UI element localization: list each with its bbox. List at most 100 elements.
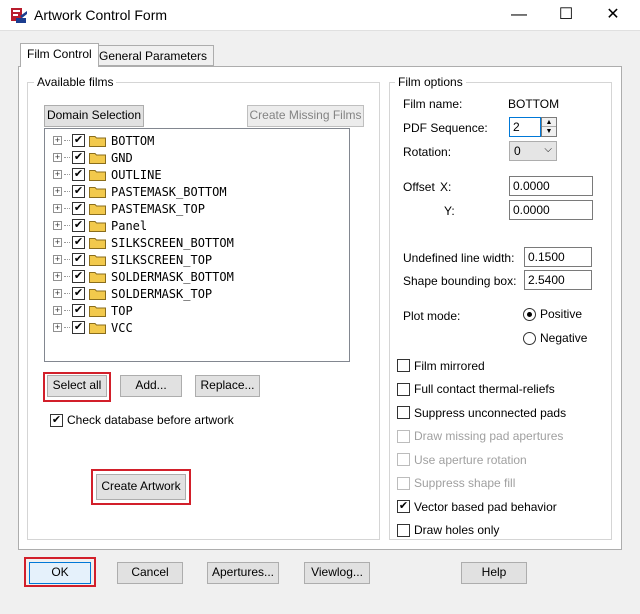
shape-bounding-box-input[interactable]: 2.5400 — [524, 270, 592, 290]
film-checkbox[interactable]: ✔ — [72, 151, 85, 164]
plot-mode-negative[interactable]: Negative — [523, 331, 587, 345]
option-checkbox[interactable] — [397, 523, 410, 537]
film-row[interactable]: + ✔ BOTTOM — [53, 132, 349, 149]
tree-connector — [64, 208, 70, 209]
minimize-button[interactable]: — — [496, 0, 542, 30]
option-checkbox-row[interactable]: Suppress unconnected pads — [397, 401, 566, 425]
tab-general-parameters[interactable]: General Parameters — [92, 45, 215, 66]
maximize-button[interactable]: ☐ — [543, 0, 589, 30]
viewlog-button[interactable]: Viewlog... — [304, 562, 370, 584]
film-checkbox[interactable]: ✔ — [72, 321, 85, 334]
film-row[interactable]: + ✔ GND — [53, 149, 349, 166]
film-checkbox[interactable]: ✔ — [72, 270, 85, 283]
option-checkbox[interactable] — [397, 406, 410, 420]
option-checkbox-row[interactable]: Full contact thermal-reliefs — [397, 378, 566, 402]
rotation-select[interactable]: 0 ⌵ — [509, 141, 557, 161]
option-checkbox-row: Draw missing pad apertures — [397, 425, 566, 449]
offset-label: Offset — [403, 180, 435, 194]
pdf-sequence-spinner[interactable]: ▲ ▼ — [541, 117, 557, 137]
film-row[interactable]: + ✔ PASTEMASK_BOTTOM — [53, 183, 349, 200]
film-row[interactable]: + ✔ Panel — [53, 217, 349, 234]
help-button[interactable]: Help — [461, 562, 527, 584]
expand-icon[interactable]: + — [53, 153, 62, 162]
option-checkbox-row[interactable]: ✔ Vector based pad behavior — [397, 495, 566, 519]
option-checkbox-row[interactable]: Film mirrored — [397, 354, 566, 378]
film-row[interactable]: + ✔ PASTEMASK_TOP — [53, 200, 349, 217]
film-checkbox[interactable]: ✔ — [72, 185, 85, 198]
add-button[interactable]: Add... — [120, 375, 182, 397]
film-row[interactable]: + ✔ SILKSCREEN_BOTTOM — [53, 234, 349, 251]
film-name: SOLDERMASK_TOP — [111, 286, 213, 301]
undefined-line-width-input[interactable]: 0.1500 — [524, 247, 592, 267]
domain-selection-button[interactable]: Domain Selection — [44, 105, 144, 127]
expand-icon[interactable]: + — [53, 289, 62, 298]
option-checkbox-label: Film mirrored — [414, 358, 485, 373]
plot-mode-positive[interactable]: Positive — [523, 307, 582, 321]
film-name: TOP — [111, 303, 133, 318]
tab-film-control[interactable]: Film Control — [20, 43, 99, 67]
radio-positive[interactable] — [523, 307, 536, 321]
select-all-button[interactable]: Select all — [47, 375, 107, 397]
folder-icon — [89, 220, 106, 232]
film-name: VCC — [111, 320, 133, 335]
film-checkbox[interactable]: ✔ — [72, 287, 85, 300]
film-checkbox[interactable]: ✔ — [72, 304, 85, 317]
create-artwork-button[interactable]: Create Artwork — [96, 474, 186, 500]
tree-connector — [64, 327, 70, 328]
expand-icon[interactable]: + — [53, 187, 62, 196]
rotation-label: Rotation: — [403, 145, 452, 159]
option-checkbox-label: Draw missing pad apertures — [414, 429, 564, 444]
tree-connector — [64, 293, 70, 294]
film-checkbox[interactable]: ✔ — [72, 202, 85, 215]
option-checkbox[interactable] — [397, 382, 410, 396]
radio-negative[interactable] — [523, 331, 536, 345]
expand-icon[interactable]: + — [53, 136, 62, 145]
tree-connector — [64, 140, 70, 141]
window-title: Artwork Control Form — [34, 7, 168, 23]
tree-connector — [64, 310, 70, 311]
expand-icon[interactable]: + — [53, 255, 62, 264]
film-checkbox[interactable]: ✔ — [72, 219, 85, 232]
offset-y-input[interactable]: 0.0000 — [509, 200, 593, 220]
check-database-checkbox[interactable]: ✔ — [50, 413, 63, 427]
films-tree[interactable]: + ✔ BOTTOM + ✔ GND + ✔ OUTLINE + ✔ PASTEMASK_BOTTOM… — [44, 128, 350, 362]
film-checkbox[interactable]: ✔ — [72, 253, 85, 266]
film-checkbox[interactable]: ✔ — [72, 236, 85, 249]
ok-button[interactable]: OK — [29, 562, 91, 584]
positive-label: Positive — [540, 307, 583, 321]
spinner-down-icon[interactable]: ▼ — [542, 127, 556, 136]
expand-icon[interactable]: + — [53, 238, 62, 247]
pdf-sequence-input[interactable]: 2 — [509, 117, 541, 137]
option-checkbox[interactable] — [397, 359, 410, 373]
cancel-button[interactable]: Cancel — [117, 562, 183, 584]
film-row[interactable]: + ✔ TOP — [53, 302, 349, 319]
expand-icon[interactable]: + — [53, 204, 62, 213]
folder-icon — [89, 305, 106, 317]
expand-icon[interactable]: + — [53, 306, 62, 315]
replace-button[interactable]: Replace... — [195, 375, 260, 397]
film-row[interactable]: + ✔ SOLDERMASK_BOTTOM — [53, 268, 349, 285]
spinner-up-icon[interactable]: ▲ — [542, 118, 556, 127]
rotation-value: 0 — [514, 144, 521, 158]
film-row[interactable]: + ✔ SOLDERMASK_TOP — [53, 285, 349, 302]
film-checkbox[interactable]: ✔ — [72, 134, 85, 147]
apertures-button[interactable]: Apertures... — [207, 562, 279, 584]
option-checkbox-row: Use aperture rotation — [397, 448, 566, 472]
expand-icon[interactable]: + — [53, 272, 62, 281]
offset-x-input[interactable]: 0.0000 — [509, 176, 593, 196]
close-button[interactable]: ✕ — [590, 0, 636, 30]
option-checkbox-row[interactable]: Draw holes only — [397, 519, 566, 543]
film-row[interactable]: + ✔ VCC — [53, 319, 349, 336]
film-checkbox[interactable]: ✔ — [72, 168, 85, 181]
option-checkbox[interactable]: ✔ — [397, 500, 410, 514]
expand-icon[interactable]: + — [53, 170, 62, 179]
option-checkbox-label: Full contact thermal-reliefs — [414, 382, 555, 397]
option-checkbox-row: Suppress shape fill — [397, 472, 566, 496]
expand-icon[interactable]: + — [53, 323, 62, 332]
film-row[interactable]: + ✔ SILKSCREEN_TOP — [53, 251, 349, 268]
check-database-row[interactable]: ✔ Check database before artwork — [50, 413, 234, 427]
expand-icon[interactable]: + — [53, 221, 62, 230]
films-list: + ✔ BOTTOM + ✔ GND + ✔ OUTLINE + ✔ PASTEMASK_BOTTOM… — [53, 132, 349, 336]
tree-connector — [64, 191, 70, 192]
film-row[interactable]: + ✔ OUTLINE — [53, 166, 349, 183]
